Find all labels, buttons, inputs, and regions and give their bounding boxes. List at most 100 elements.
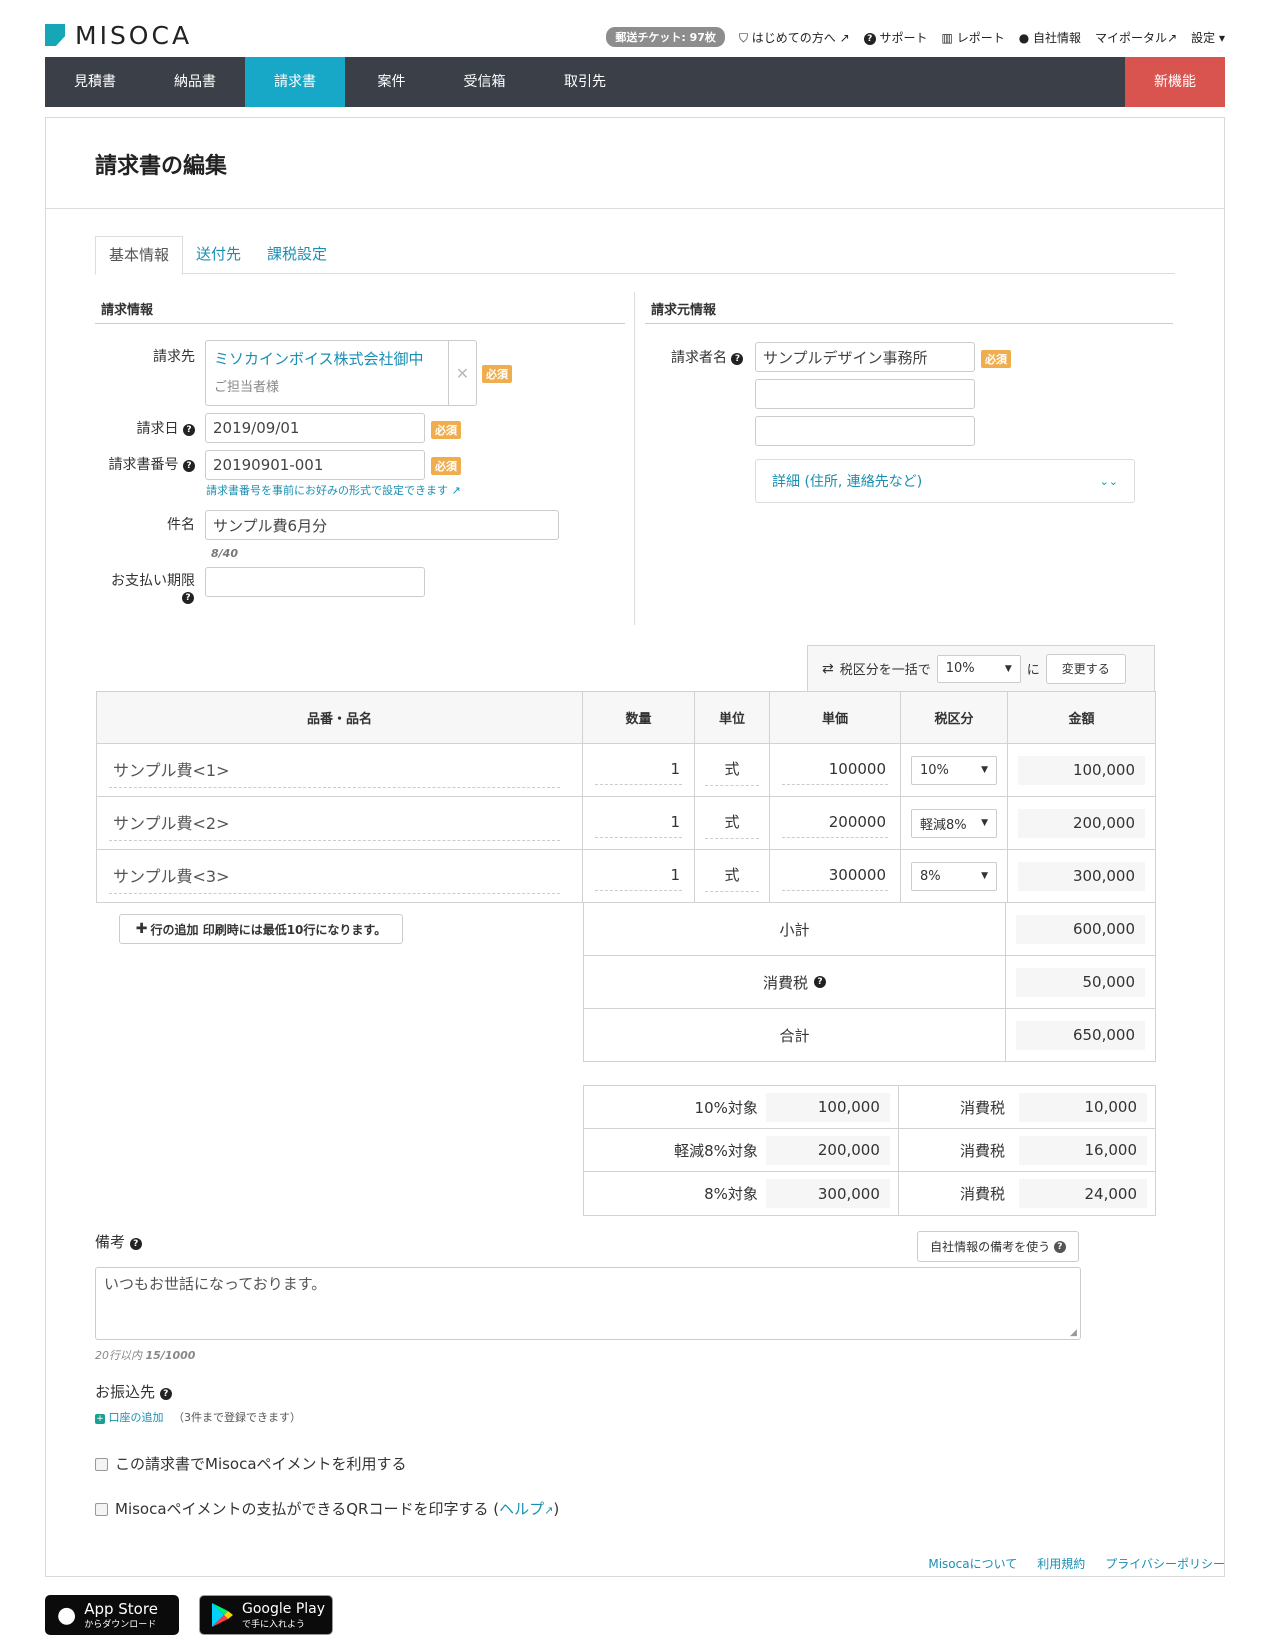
- subtotal-label: 小計: [583, 903, 1006, 956]
- qty-input[interactable]: 1: [595, 862, 682, 891]
- price-input[interactable]: 100000: [782, 756, 888, 785]
- tab-tax-settings[interactable]: 課税設定: [254, 236, 340, 273]
- tax-select[interactable]: 10% ▼: [911, 755, 997, 785]
- issuer-line2-input[interactable]: [755, 379, 975, 409]
- breakdown-row: 軽減8%対象 200,000 消費税 16,000: [584, 1129, 1155, 1172]
- brand-logo[interactable]: MISOCA: [45, 20, 193, 50]
- nav-estimates[interactable]: 見積書: [45, 57, 145, 107]
- remarks-textarea[interactable]: いつもお世話になっております。: [95, 1267, 1081, 1340]
- breakdown-tax-label: 消費税: [959, 1141, 1005, 1160]
- remarks-label: 備考 ?: [95, 1231, 142, 1252]
- table-row: サンプル費<2> 1 式 200000 軽減8% ▼ 200,000: [96, 797, 1156, 850]
- subtotal-row: 小計 600,000: [583, 903, 1156, 956]
- issuer-details-toggle[interactable]: 詳細 (住所, 連絡先など) ⌄⌄: [755, 459, 1135, 503]
- qr-option[interactable]: Misocaペイメントの支払ができるQRコードを印字する (ヘルプ↗): [95, 1498, 559, 1519]
- plus-icon: ✚: [135, 921, 148, 937]
- invoice-date-input[interactable]: 2019/09/01: [205, 413, 425, 443]
- app-store-badge[interactable]: ● App Store からダウンロード: [45, 1595, 179, 1635]
- breakdown-label: 10%対象: [694, 1098, 758, 1117]
- nav-delivery[interactable]: 納品書: [145, 57, 245, 107]
- col-price: 単価: [770, 691, 901, 744]
- price-input[interactable]: 300000: [782, 862, 888, 891]
- question-icon[interactable]: ?: [183, 460, 195, 472]
- nav-new-feature[interactable]: 新機能: [1125, 57, 1225, 107]
- help-link[interactable]: ヘルプ↗: [499, 1500, 553, 1518]
- breakdown-row: 10%対象 100,000 消費税 10,000: [584, 1086, 1155, 1129]
- client-contact: ご担当者様: [214, 380, 280, 395]
- qr-checkbox[interactable]: [95, 1503, 108, 1516]
- google-play-badge[interactable]: Google Play で手に入れよう: [199, 1595, 333, 1635]
- shield-icon: ⛉: [738, 30, 748, 45]
- unit-input[interactable]: 式: [705, 860, 759, 892]
- question-icon[interactable]: ?: [182, 592, 194, 604]
- resize-handle-icon[interactable]: ◢: [1070, 1328, 1077, 1338]
- unit-input[interactable]: 式: [705, 754, 759, 786]
- breakdown-label: 8%対象: [704, 1185, 758, 1203]
- about-link[interactable]: Misocaについて: [928, 1555, 1017, 1572]
- report-link[interactable]: ▥ レポート: [942, 29, 1005, 46]
- portal-link[interactable]: マイポータル↗: [1095, 29, 1177, 46]
- client-picker[interactable]: ミソカインボイス株式会社御中 ご担当者様 ✕: [205, 340, 477, 406]
- clear-client-icon[interactable]: ✕: [448, 341, 476, 405]
- tax-row: 消費税? 50,000: [583, 956, 1156, 1009]
- nav-clients[interactable]: 取引先: [531, 57, 639, 107]
- use-payment-option[interactable]: この請求書でMisocaペイメントを利用する: [95, 1453, 407, 1474]
- total-label: 合計: [583, 1009, 1006, 1062]
- issuer-name-input[interactable]: サンプルデザイン事務所: [755, 342, 975, 372]
- bulk-tax-select[interactable]: 10% ▼: [936, 654, 1021, 683]
- item-name-input[interactable]: サンプル費<1>: [109, 753, 560, 788]
- tab-basic-info[interactable]: 基本情報: [95, 236, 184, 275]
- due-date-input[interactable]: [205, 567, 425, 597]
- tax-breakdown: 10%対象 100,000 消費税 10,000 軽減8%対象 200,000 …: [583, 1085, 1156, 1216]
- subject-input[interactable]: サンプル費6月分: [205, 510, 559, 540]
- nav-projects[interactable]: 案件: [345, 57, 438, 107]
- qty-input[interactable]: 1: [595, 756, 682, 785]
- table-header-row: 品番・品名 数量 単位 単価 税区分 金額: [96, 691, 1156, 744]
- add-bank-link[interactable]: + 口座の追加: [95, 1411, 164, 1424]
- support-link[interactable]: ? サポート: [863, 29, 928, 46]
- number-format-link[interactable]: 請求書番号を事前にお好みの形式で設定できます ↗: [206, 482, 461, 498]
- nav-invoices[interactable]: 請求書: [245, 57, 345, 107]
- remarks-count: 20行以内 15/1000: [95, 1349, 196, 1362]
- question-icon[interactable]: ?: [159, 1388, 172, 1400]
- breakdown-base: 300,000: [765, 1179, 890, 1208]
- tax-select[interactable]: 軽減8% ▼: [911, 808, 997, 838]
- caret-down-icon: ▼: [981, 765, 988, 775]
- subject-count: 8/40: [211, 547, 238, 560]
- question-icon[interactable]: ?: [183, 424, 195, 436]
- caret-down-icon: ▼: [981, 871, 988, 881]
- issuer-name-label: 請求者名 ?: [671, 347, 744, 367]
- double-chevron-down-icon: ⌄⌄: [1099, 474, 1118, 488]
- question-icon[interactable]: ?: [731, 353, 744, 365]
- tax-select[interactable]: 8% ▼: [911, 861, 997, 891]
- client-required-badge: 必須: [482, 365, 512, 383]
- issuer-line3-input[interactable]: [755, 416, 975, 446]
- breakdown-tax: 16,000: [1019, 1135, 1147, 1165]
- unit-input[interactable]: 式: [705, 807, 759, 839]
- question-icon[interactable]: ?: [129, 1238, 142, 1250]
- company-link[interactable]: ● 自社情報: [1019, 29, 1081, 46]
- brand-name: MISOCA: [75, 20, 193, 50]
- invoice-number-input[interactable]: 20190901-001: [205, 450, 425, 480]
- question-icon[interactable]: ?: [814, 976, 826, 988]
- privacy-link[interactable]: プライバシーポリシー: [1105, 1555, 1225, 1572]
- client-name[interactable]: ミソカインボイス株式会社御中: [214, 348, 440, 369]
- tab-recipient[interactable]: 送付先: [183, 236, 254, 273]
- use-company-remarks-button[interactable]: 自社情報の備考を使う ?: [917, 1231, 1079, 1262]
- breakdown-base: 200,000: [765, 1135, 890, 1165]
- nav-inbox[interactable]: 受信箱: [438, 57, 531, 107]
- title-divider: [46, 208, 1224, 209]
- beginner-link[interactable]: ⛉ はじめての方へ ↗: [739, 29, 850, 46]
- use-payment-checkbox[interactable]: [95, 1458, 108, 1471]
- tax-value: 50,000: [1016, 967, 1145, 997]
- item-name-input[interactable]: サンプル費<3>: [109, 859, 560, 894]
- settings-menu[interactable]: 設定 ▾: [1191, 29, 1225, 46]
- plus-square-icon: +: [95, 1414, 105, 1424]
- bulk-tax-apply-button[interactable]: 変更する: [1045, 653, 1126, 684]
- add-row-button[interactable]: ✚ 行の追加 印刷時には最低10行になります。: [119, 914, 403, 944]
- price-input[interactable]: 200000: [782, 809, 888, 838]
- ticket-badge[interactable]: 郵送チケット: 97枚: [606, 27, 725, 47]
- item-name-input[interactable]: サンプル費<2>: [109, 806, 560, 841]
- terms-link[interactable]: 利用規約: [1037, 1555, 1085, 1572]
- qty-input[interactable]: 1: [595, 809, 682, 838]
